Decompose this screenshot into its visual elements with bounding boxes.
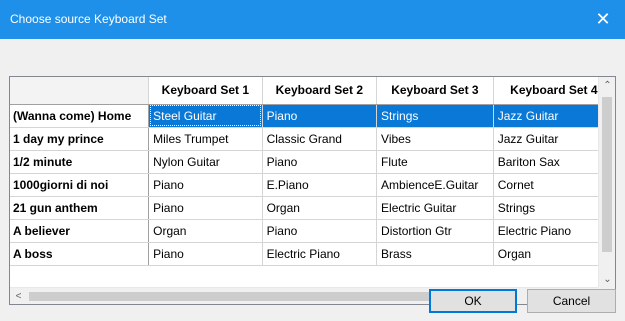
table-cell[interactable]: Jazz Guitar <box>493 104 615 128</box>
keyboard-set-grid[interactable]: Keyboard Set 1 Keyboard Set 2 Keyboard S… <box>9 76 616 305</box>
row-header-song[interactable]: 1/2 minute <box>10 150 150 174</box>
row-header-song[interactable]: (Wanna come) Home <box>10 104 150 128</box>
vertical-scrollbar[interactable]: ⌃ ⌄ <box>598 77 615 288</box>
table-cell[interactable]: Vibes <box>376 127 494 151</box>
title-bar: Choose source Keyboard Set ✕ <box>0 0 625 39</box>
close-icon[interactable]: ✕ <box>581 0 625 39</box>
column-header-keyboard-set-2[interactable]: Keyboard Set 2 <box>262 77 378 105</box>
table-row[interactable]: A believer Organ Piano Distortion Gtr El… <box>10 219 615 243</box>
table-cell[interactable]: Electric Piano <box>262 242 378 266</box>
table-cell[interactable]: Nylon Guitar <box>148 150 263 174</box>
row-header-song[interactable]: 1 day my prince <box>10 127 150 151</box>
table-cell[interactable]: Bariton Sax <box>493 150 615 174</box>
row-header-song[interactable]: A boss <box>10 242 150 266</box>
table-cell[interactable]: AmbienceE.Guitar <box>376 173 494 197</box>
table-cell[interactable]: Jazz Guitar <box>493 127 615 151</box>
row-header-song[interactable]: 21 gun anthem <box>10 196 150 220</box>
table-row[interactable]: 1/2 minute Nylon Guitar Piano Flute Bari… <box>10 150 615 174</box>
table-row[interactable]: 1000giorni di noi Piano E.Piano Ambience… <box>10 173 615 197</box>
row-header-song[interactable]: 1000giorni di noi <box>10 173 150 197</box>
column-header-keyboard-set-3[interactable]: Keyboard Set 3 <box>376 77 494 105</box>
scroll-left-icon[interactable]: < <box>10 288 27 304</box>
table-cell[interactable]: Piano <box>262 219 378 243</box>
scroll-down-icon[interactable]: ⌄ <box>599 271 615 288</box>
table-cell[interactable]: Piano <box>148 173 263 197</box>
vertical-scroll-thumb[interactable] <box>602 97 612 252</box>
table-cell[interactable]: Flute <box>376 150 494 174</box>
table-cell[interactable]: E.Piano <box>262 173 378 197</box>
keyboard-set-table: Keyboard Set 1 Keyboard Set 2 Keyboard S… <box>10 77 615 266</box>
table-cell[interactable]: Electric Guitar <box>376 196 494 220</box>
table-cell[interactable]: Piano <box>262 104 378 128</box>
table-cell[interactable]: Piano <box>262 150 378 174</box>
row-header-song[interactable]: A believer <box>10 219 150 243</box>
table-cell[interactable]: Strings <box>493 196 615 220</box>
table-cell[interactable]: Distortion Gtr <box>376 219 494 243</box>
column-header-keyboard-set-1[interactable]: Keyboard Set 1 <box>148 77 263 105</box>
dialog-client-area: Keyboard Set 1 Keyboard Set 2 Keyboard S… <box>0 39 625 321</box>
table-cell[interactable]: Piano <box>148 242 263 266</box>
table-cell[interactable]: Classic Grand <box>262 127 378 151</box>
table-row[interactable]: 21 gun anthem Piano Organ Electric Guita… <box>10 196 615 220</box>
table-cell[interactable]: Strings <box>376 104 494 128</box>
cancel-button[interactable]: Cancel <box>527 289 616 313</box>
table-row[interactable]: A boss Piano Electric Piano Brass Organ <box>10 242 615 266</box>
table-cell[interactable]: Brass <box>376 242 494 266</box>
window-title: Choose source Keyboard Set <box>10 12 167 26</box>
table-cell[interactable]: Organ <box>493 242 615 266</box>
table-row[interactable]: 1 day my prince Miles Trumpet Classic Gr… <box>10 127 615 151</box>
table-cell[interactable]: Piano <box>148 196 263 220</box>
corner-header-cell <box>10 77 150 105</box>
table-cell[interactable]: Steel Guitar <box>148 104 263 128</box>
table-header-row: Keyboard Set 1 Keyboard Set 2 Keyboard S… <box>10 77 615 105</box>
table-cell[interactable]: Miles Trumpet <box>148 127 263 151</box>
column-header-keyboard-set-4[interactable]: Keyboard Set 4 <box>493 77 615 105</box>
horizontal-scroll-thumb[interactable] <box>29 292 479 301</box>
table-cell[interactable]: Electric Piano <box>493 219 615 243</box>
scroll-up-icon[interactable]: ⌃ <box>599 77 615 94</box>
table-cell[interactable]: Cornet <box>493 173 615 197</box>
table-cell[interactable]: Organ <box>148 219 263 243</box>
table-cell[interactable]: Organ <box>262 196 378 220</box>
table-row[interactable]: (Wanna come) Home Steel Guitar Piano Str… <box>10 104 615 128</box>
ok-button[interactable]: OK <box>429 289 517 313</box>
